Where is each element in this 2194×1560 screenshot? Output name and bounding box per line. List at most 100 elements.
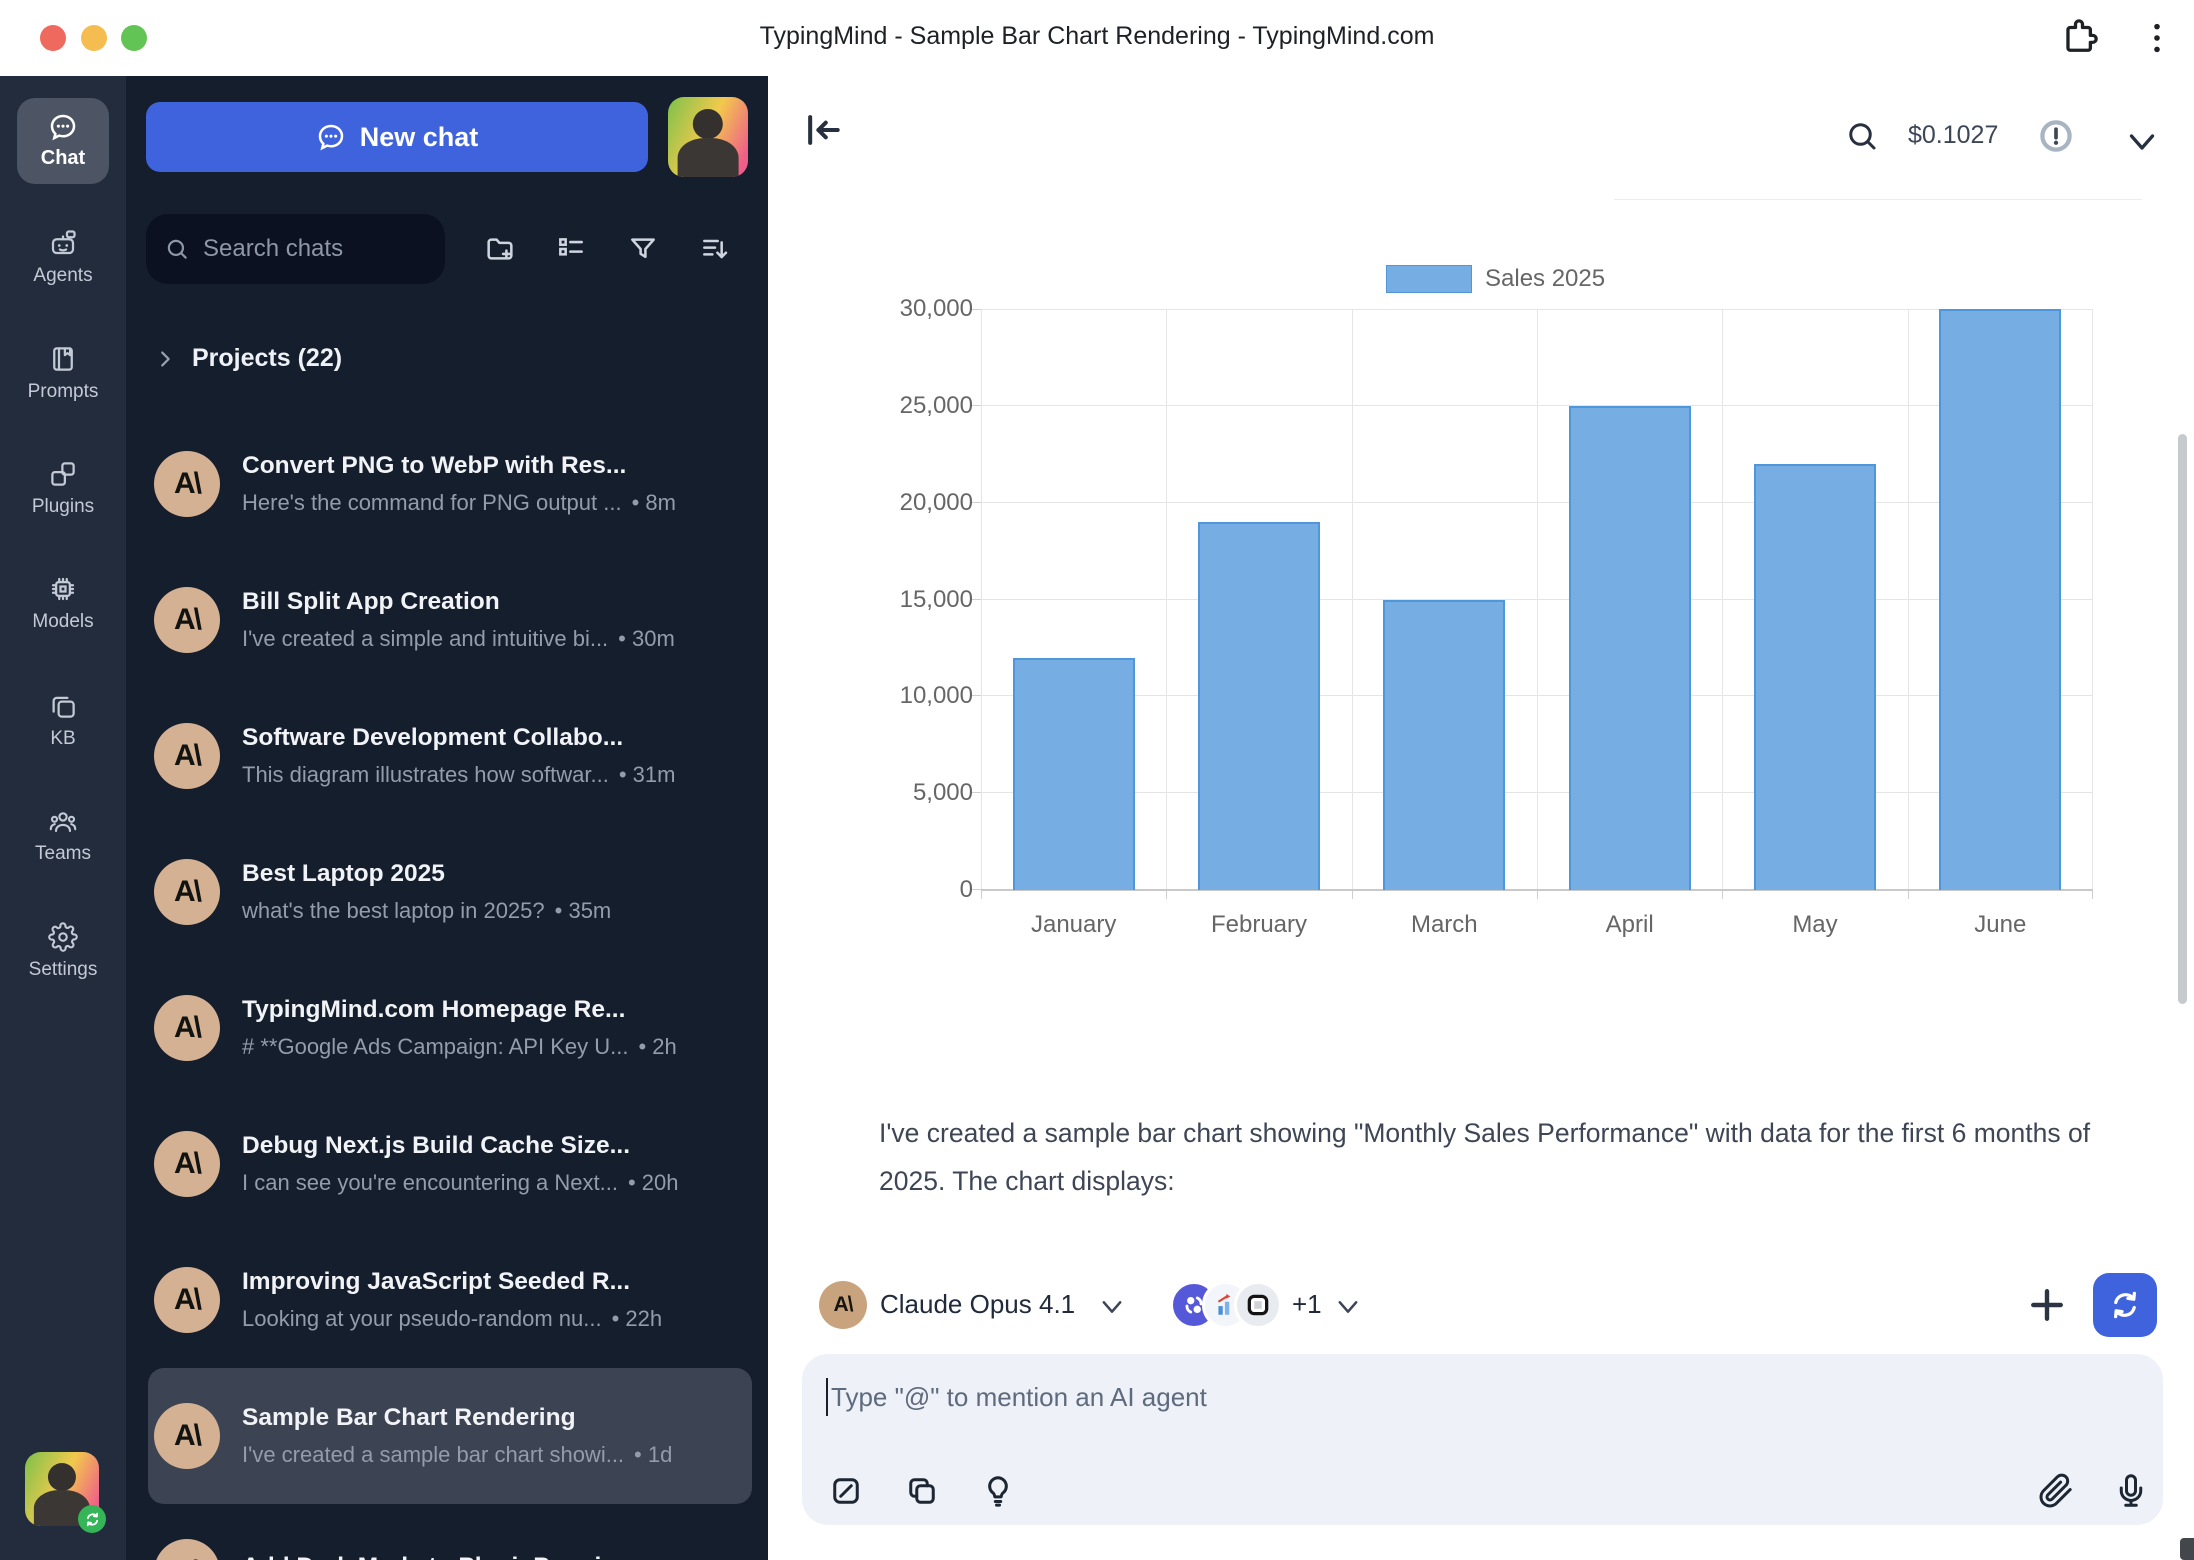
x-tick-label: March <box>1352 911 1537 939</box>
model-selector[interactable]: Claude Opus 4.1 <box>880 1289 1075 1320</box>
x-tick <box>1166 890 1167 899</box>
attachment-icon[interactable] <box>2038 1473 2074 1509</box>
chat-title: Sample Bar Chart Rendering <box>242 1404 742 1432</box>
sidebar-item-prompts[interactable]: Prompts <box>0 344 126 403</box>
chat-bubble-icon <box>316 122 346 152</box>
chevron-down-icon[interactable] <box>1098 1293 1126 1317</box>
x-tick-label: April <box>1537 911 1722 939</box>
search-icon[interactable] <box>1838 112 1886 160</box>
x-axis-line <box>981 889 2093 891</box>
bar-february[interactable] <box>1198 522 1320 890</box>
chat-list-item[interactable]: A\Add Dark Mode to PluginPermi... <box>148 1504 752 1560</box>
x-tick <box>1352 890 1353 899</box>
collapse-sidebar-icon[interactable] <box>801 108 853 160</box>
sync-badge-icon <box>78 1505 106 1533</box>
sidebar-item-settings[interactable]: Settings <box>0 922 126 981</box>
robot-icon <box>48 228 78 258</box>
chat-time: • 31m <box>619 762 676 788</box>
extensions-icon[interactable] <box>2058 17 2100 59</box>
chat-list-item[interactable]: A\ Debug Next.js Build Cache Size... I can… <box>148 1096 752 1232</box>
y-tick-label: 25,000 <box>868 392 973 420</box>
chevron-down-icon[interactable] <box>1334 1293 1362 1317</box>
microphone-icon[interactable] <box>2113 1473 2149 1509</box>
lightbulb-icon[interactable] <box>980 1473 1016 1509</box>
sidebar-item-agents[interactable]: Agents <box>0 228 126 287</box>
rail-label-kb: KB <box>50 728 75 750</box>
chart-legend[interactable]: Sales 2025 <box>1386 265 1605 293</box>
x-tick <box>981 890 982 899</box>
x-tick-label: June <box>1908 911 2093 939</box>
sidebar-item-plugins[interactable]: Plugins <box>0 459 126 518</box>
chat-bubble-icon <box>48 112 78 142</box>
plugin-selector[interactable] <box>1170 1281 1282 1329</box>
chat-time: • 1d <box>634 1442 672 1468</box>
chat-time: • 35m <box>555 898 612 924</box>
profile-avatar[interactable] <box>668 97 748 177</box>
rail-label-agents: Agents <box>33 265 92 287</box>
bar-january[interactable] <box>1013 658 1135 890</box>
scrollbar-thumb[interactable] <box>2178 434 2187 1004</box>
browser-menu-icon[interactable] <box>2136 17 2178 59</box>
topbar-divider <box>1614 199 2142 200</box>
bar-june[interactable] <box>1939 309 2061 890</box>
bar-april[interactable] <box>1569 406 1691 890</box>
search-chats-input[interactable]: Search chats <box>146 214 445 284</box>
chat-list-item[interactable]: A\Improving JavaScript Seeded R...Lookin… <box>148 1232 752 1368</box>
alert-circle-icon[interactable] <box>2039 119 2073 153</box>
chat-preview: I can see you're encountering a Next... <box>242 1170 618 1196</box>
message-composer[interactable]: Type "@" to mention an AI agent <box>802 1354 2163 1525</box>
sidebar-item-models[interactable]: Models <box>0 574 126 633</box>
gridline <box>2092 309 2093 890</box>
chat-title: Convert PNG to WebP with Res... <box>242 452 742 480</box>
anthropic-avatar: A\ <box>154 1539 220 1560</box>
chat-preview: # **Google Ads Campaign: API Key U... <box>242 1034 628 1060</box>
chat-list-item[interactable]: A\TypingMind.com Homepage Re...# **Googl… <box>148 960 752 1096</box>
gridline <box>1537 309 1538 890</box>
chat-list-item[interactable]: A\Best Laptop 2025what's the best laptop… <box>148 824 752 960</box>
message-input[interactable]: Type "@" to mention an AI agent <box>826 1378 1207 1416</box>
bar-march[interactable] <box>1383 600 1505 891</box>
projects-section-header[interactable]: Projects (22) <box>154 344 342 373</box>
sort-icon[interactable] <box>693 227 737 271</box>
search-icon <box>164 236 190 262</box>
regenerate-button[interactable] <box>2093 1273 2157 1337</box>
bar-may[interactable] <box>1754 464 1876 890</box>
x-tick-label: February <box>1166 911 1351 939</box>
chat-list-item[interactable]: A\Software Development Collabo...This di… <box>148 688 752 824</box>
gridline <box>1166 309 1167 890</box>
list-view-button[interactable] <box>549 227 593 271</box>
rail-label-prompts: Prompts <box>28 381 99 403</box>
chat-preview: what's the best laptop in 2025? <box>242 898 545 924</box>
anthropic-avatar: A\ <box>819 1281 867 1329</box>
filter-icon[interactable] <box>621 227 665 271</box>
anthropic-avatar: A\ <box>154 451 220 517</box>
y-tick-label: 10,000 <box>868 682 973 710</box>
canvas-icon[interactable] <box>828 1473 864 1509</box>
sidebar-item-chat[interactable]: Chat <box>17 98 109 184</box>
user-avatar[interactable] <box>25 1452 99 1526</box>
new-folder-button[interactable] <box>478 227 522 271</box>
copy-shapes-icon[interactable] <box>904 1473 940 1509</box>
credit-balance[interactable]: $0.1027 <box>1908 121 1998 150</box>
x-tick-label: May <box>1722 911 1907 939</box>
search-placeholder: Search chats <box>203 235 343 263</box>
new-chat-button[interactable]: New chat <box>146 102 648 172</box>
anthropic-avatar: A\ <box>154 1131 220 1197</box>
rail-label-plugins: Plugins <box>32 496 94 518</box>
chat-list-item[interactable]: A\Bill Split App CreationI've created a … <box>148 552 752 688</box>
chat-preview: I've created a simple and intuitive bi..… <box>242 626 608 652</box>
chat-preview: I've created a sample bar chart showi... <box>242 1442 624 1468</box>
chat-time: • 8m <box>632 490 676 516</box>
add-button[interactable] <box>2025 1283 2069 1327</box>
chat-title: Debug Next.js Build Cache Size... <box>242 1132 742 1160</box>
main-area: $0.1027 Sales 2025 05,00010,00015,00020,… <box>768 76 2194 1560</box>
chat-list-item[interactable]: A\Sample Bar Chart RenderingI've created… <box>148 1368 752 1504</box>
gridline <box>1908 309 1909 890</box>
chevron-down-icon[interactable] <box>2124 124 2160 150</box>
sidebar-item-teams[interactable]: Teams <box>0 806 126 865</box>
plugin-more-count[interactable]: +1 <box>1292 1289 1322 1320</box>
y-tick-label: 0 <box>868 876 973 904</box>
sidebar-item-kb[interactable]: KB <box>0 691 126 750</box>
chat-list-item[interactable]: A\Convert PNG to WebP with Res...Here's … <box>148 416 752 552</box>
x-tick <box>1537 890 1538 899</box>
